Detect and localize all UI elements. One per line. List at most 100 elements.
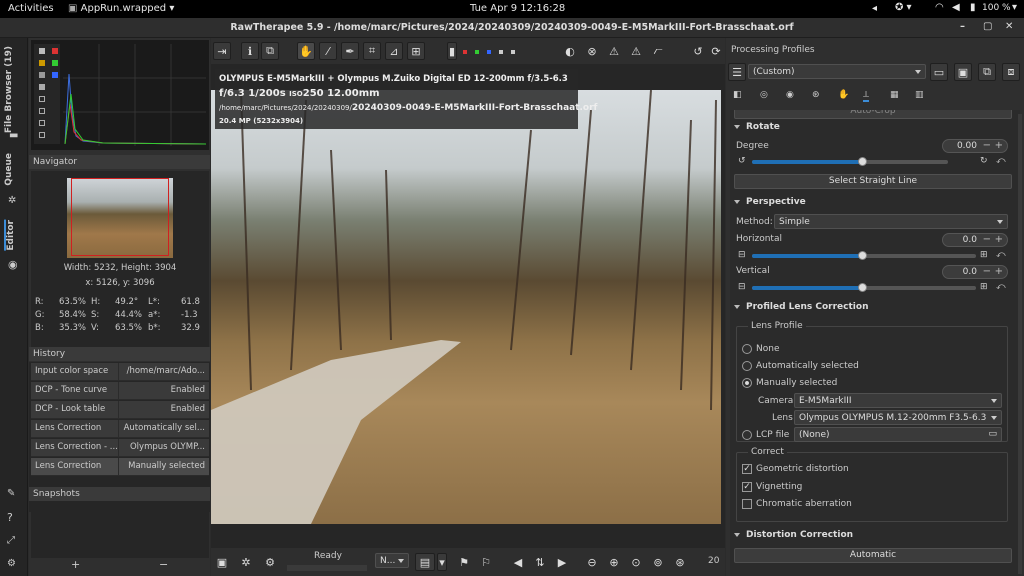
lens-dropdown[interactable]: Olympus OLYMPUS M.12-200mm F3.5-6.3	[794, 410, 1002, 425]
blue-channel-icon[interactable]	[52, 72, 58, 78]
history-header[interactable]: History	[29, 347, 210, 361]
shadow-warning-icon[interactable]: ⚠	[627, 42, 645, 60]
history-row[interactable]: Lens Correction - ... Olympus OLYMP...	[31, 439, 209, 457]
info-icon[interactable]: ℹ	[241, 42, 259, 60]
close-icon[interactable]: ✕	[1005, 21, 1013, 32]
histogram-toggle-icon[interactable]	[39, 48, 45, 54]
help-icon[interactable]: ?	[7, 511, 13, 524]
maximize-icon[interactable]: ▢	[983, 21, 992, 32]
tab-advanced-icon[interactable]: ⊛	[812, 90, 820, 100]
select-straight-line-button[interactable]: Select Straight Line	[734, 174, 1012, 189]
horizontal-spinbox[interactable]: 0.0− +	[942, 233, 1008, 247]
aperture-icon[interactable]: ◉	[8, 258, 18, 271]
method-dropdown[interactable]: Simple	[774, 214, 1008, 229]
scale-icon[interactable]	[39, 108, 45, 114]
history-row[interactable]: DCP - Tone curve Enabled	[31, 382, 209, 400]
vertical-slider-knob[interactable]	[858, 283, 867, 292]
reset-vertical-icon[interactable]: ⤺	[996, 282, 1006, 292]
lcp-file-radio[interactable]	[742, 430, 752, 440]
luminance-preview-icon[interactable]	[499, 50, 503, 54]
fullscreen-icon[interactable]: ⤢	[7, 535, 15, 546]
clock[interactable]: Tue Apr 9 12:16:28	[470, 3, 565, 14]
app-menu[interactable]: ▣ AppRun.wrapped ▾	[68, 3, 174, 14]
copy-profile-icon[interactable]: ⧉	[978, 63, 996, 81]
history-row[interactable]: DCP - Look table Enabled	[31, 401, 209, 419]
tab-local-icon[interactable]: ✋	[838, 90, 849, 100]
activities-button[interactable]: Activities	[8, 3, 54, 14]
tab-editor[interactable]: Editor	[4, 220, 16, 251]
remove-snapshot-button[interactable]: −	[159, 558, 168, 571]
blue-preview-icon[interactable]	[487, 50, 491, 54]
highlight-warning-icon[interactable]: ⚠	[605, 42, 623, 60]
type-icon[interactable]	[39, 120, 45, 126]
flag-icon[interactable]: ⚑	[455, 553, 473, 571]
profile-icon[interactable]: ▤	[415, 553, 435, 571]
green-channel-icon[interactable]	[52, 60, 58, 66]
straighten-icon[interactable]: ⊿	[385, 42, 403, 60]
green-preview-icon[interactable]	[475, 50, 479, 54]
wifi-icon[interactable]: ◠	[935, 2, 944, 13]
tab-color-icon[interactable]: ◉	[786, 90, 794, 100]
channel-icon[interactable]: ▮	[447, 42, 457, 60]
gears-icon[interactable]: ✲	[8, 195, 16, 206]
chroma-icon[interactable]	[39, 72, 45, 78]
camera-dropdown[interactable]: E-M5MarkIII	[794, 393, 1002, 408]
trash-icon[interactable]: ⚐	[477, 553, 495, 571]
vignetting-checkbox[interactable]: ✓	[742, 482, 752, 492]
perspective-section-header[interactable]: Perspective	[734, 197, 1018, 212]
snapshots-header[interactable]: Snapshots	[29, 487, 210, 501]
external-editor-icon[interactable]: ⚙	[261, 553, 279, 571]
hide-left-panel-icon[interactable]: ⇥	[213, 42, 231, 60]
red-preview-icon[interactable]	[463, 50, 467, 54]
zoom-in-icon[interactable]: ⊕	[605, 553, 623, 571]
chromatic-aberration-checkbox[interactable]	[742, 499, 752, 509]
auto-crop-button[interactable]: Auto-Crop	[734, 110, 1012, 119]
zoom-100-icon[interactable]: ⊛	[671, 553, 689, 571]
next-image-icon[interactable]: ▶	[553, 553, 571, 571]
add-snapshot-button[interactable]: +	[71, 558, 80, 571]
lens-none-radio[interactable]	[742, 344, 752, 354]
luminance-icon[interactable]	[39, 60, 45, 66]
battery-icon[interactable]: ▮	[970, 2, 976, 13]
horizontal-slider-knob[interactable]	[858, 251, 867, 260]
power-menu-icon[interactable]: ▾	[1012, 2, 1017, 13]
paste-profile-icon[interactable]: ⧈	[1002, 63, 1020, 81]
lens-manual-radio[interactable]	[742, 378, 752, 388]
wb-picker-icon[interactable]: ⁄	[319, 42, 337, 60]
tab-file-browser[interactable]: File Browser (19)	[4, 46, 14, 133]
hand-tool-icon[interactable]: ✋	[297, 42, 315, 60]
history-row[interactable]: Input color space/home/marc/Ado...	[31, 363, 209, 381]
shadow-clip-icon[interactable]: ◐	[561, 42, 579, 60]
zoom-fit-icon[interactable]: ⊙	[627, 553, 645, 571]
profile-list-icon[interactable]: ☰	[728, 63, 746, 81]
color-picker-tool-icon[interactable]: ✒	[341, 42, 359, 60]
focus-mask-icon[interactable]	[511, 50, 515, 54]
lens-auto-radio[interactable]	[742, 361, 752, 371]
raw-histogram-icon[interactable]	[39, 84, 45, 90]
crop-icon[interactable]: ⌗	[363, 42, 381, 60]
sync-icon[interactable]: ⇅	[531, 553, 549, 571]
rotate-cw-icon[interactable]: ⟳	[707, 42, 725, 60]
soft-proof-icon[interactable]: ⊗	[583, 42, 601, 60]
red-channel-icon[interactable]	[52, 48, 58, 54]
profile-dropdown[interactable]: (Custom)	[748, 64, 926, 79]
automatic-distortion-button[interactable]: Automatic	[734, 548, 1012, 563]
zoom-fit-crop-icon[interactable]: ⊚	[649, 553, 667, 571]
prev-image-icon[interactable]: ◀	[509, 553, 527, 571]
navigator-thumbnail[interactable]	[67, 178, 173, 258]
photo-preview[interactable]	[211, 90, 721, 524]
notification-icon[interactable]: ◂	[872, 3, 877, 14]
mode-icon[interactable]	[39, 132, 45, 138]
tab-detail-icon[interactable]: ◎	[760, 90, 768, 100]
rotate-section-header[interactable]: Rotate	[734, 122, 1018, 137]
minimize-icon[interactable]: –	[960, 21, 965, 32]
save-icon[interactable]: ▣	[213, 553, 231, 571]
distortion-section-header[interactable]: Distortion Correction	[734, 530, 1018, 545]
bar-icon[interactable]	[39, 96, 45, 102]
navigator-header[interactable]: Navigator	[29, 155, 210, 169]
degree-spinbox[interactable]: 0.00− +	[942, 139, 1008, 153]
profile-menu-icon[interactable]: ▾	[437, 553, 447, 571]
tab-queue[interactable]: Queue	[4, 153, 14, 186]
accessibility-icon[interactable]: ✪ ▾	[895, 2, 912, 13]
open-profile-icon[interactable]: ▭	[930, 63, 948, 81]
